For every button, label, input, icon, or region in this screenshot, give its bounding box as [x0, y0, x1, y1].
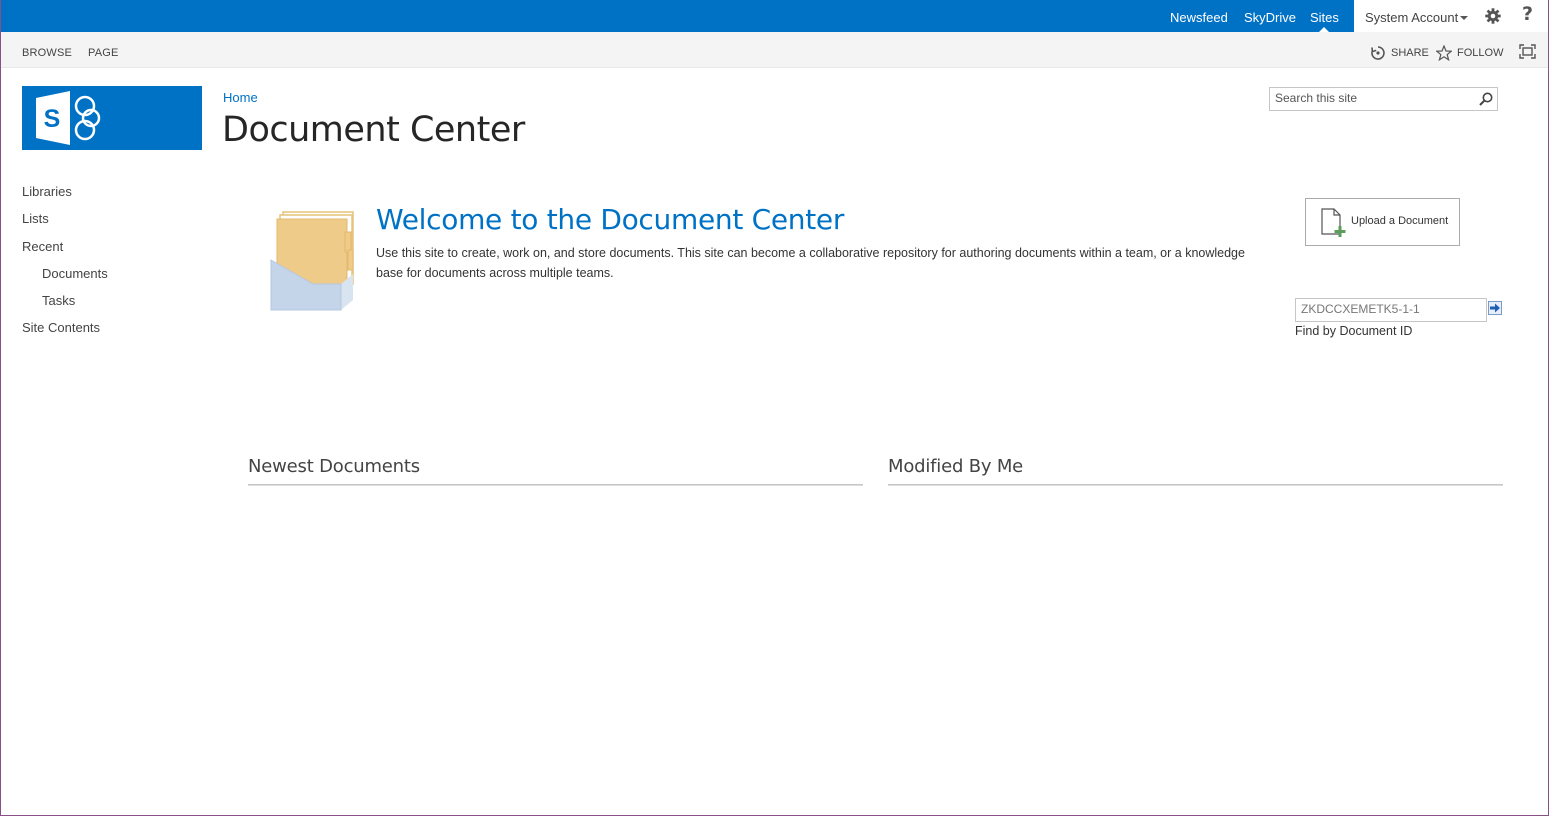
welcome-title: Welcome to the Document Center — [376, 203, 845, 236]
nav-item-documents[interactable]: Documents — [42, 266, 108, 281]
newest-documents-divider — [248, 484, 863, 486]
sharepoint-logo: S — [36, 91, 101, 145]
search-box — [1269, 87, 1498, 111]
nav-item-tasks[interactable]: Tasks — [42, 293, 75, 308]
page-title: Document Center — [222, 110, 525, 150]
find-by-document-id-label: Find by Document ID — [1295, 324, 1413, 338]
account-menu[interactable]: System Account — [1365, 0, 1458, 35]
go-arrow-icon[interactable] — [1488, 301, 1502, 315]
document-center-folder-icon — [270, 211, 354, 311]
share-icon — [1371, 46, 1385, 60]
newest-documents-title: Newest Documents — [248, 456, 420, 477]
follow-button[interactable]: FOLLOW — [1436, 45, 1504, 61]
chevron-down-icon — [1460, 16, 1468, 20]
welcome-description: Use this site to create, work on, and st… — [376, 246, 1245, 280]
nav-item-lists[interactable]: Lists — [22, 211, 49, 226]
search-icon[interactable] — [1479, 92, 1493, 106]
modified-by-me-divider — [888, 484, 1503, 486]
suite-bar: Newsfeed SkyDrive Sites System Account ? — [1, 0, 1548, 32]
tab-browse[interactable]: BROWSE — [22, 47, 72, 59]
upload-document-icon — [1321, 208, 1346, 237]
upload-document-label: Upload a Document — [1351, 215, 1449, 227]
help-icon[interactable]: ? — [1522, 3, 1533, 25]
share-label: SHARE — [1391, 47, 1429, 59]
follow-label: FOLLOW — [1457, 47, 1504, 59]
site-logo[interactable]: S — [22, 86, 202, 150]
focus-icon[interactable] — [1519, 44, 1536, 59]
suite-link-skydrive[interactable]: SkyDrive — [1244, 0, 1296, 32]
suite-link-sites[interactable]: Sites — [1310, 0, 1339, 32]
ribbon: BROWSE PAGE SHARE FOLLOW — [1, 32, 1548, 68]
account-area: System Account ? — [1354, 0, 1548, 32]
tab-page[interactable]: PAGE — [88, 47, 119, 59]
nav-item-site-contents[interactable]: Site Contents — [22, 320, 100, 335]
gear-icon[interactable] — [1485, 8, 1501, 24]
page-frame: Newsfeed SkyDrive Sites System Account ?… — [0, 0, 1549, 816]
document-id-field — [1295, 298, 1487, 322]
svg-text:S: S — [44, 105, 61, 133]
nav-item-recent[interactable]: Recent — [22, 239, 63, 254]
modified-by-me-title: Modified By Me — [888, 456, 1024, 477]
document-id-input[interactable] — [1296, 299, 1481, 319]
follow-star-icon — [1436, 45, 1452, 61]
search-input[interactable] — [1270, 88, 1470, 108]
breadcrumb-home-link[interactable]: Home — [223, 90, 258, 105]
nav-item-libraries[interactable]: Libraries — [22, 184, 72, 199]
upload-document-button[interactable]: Upload a Document — [1305, 198, 1460, 246]
share-button[interactable]: SHARE — [1370, 45, 1429, 61]
suite-link-newsfeed[interactable]: Newsfeed — [1170, 0, 1228, 32]
